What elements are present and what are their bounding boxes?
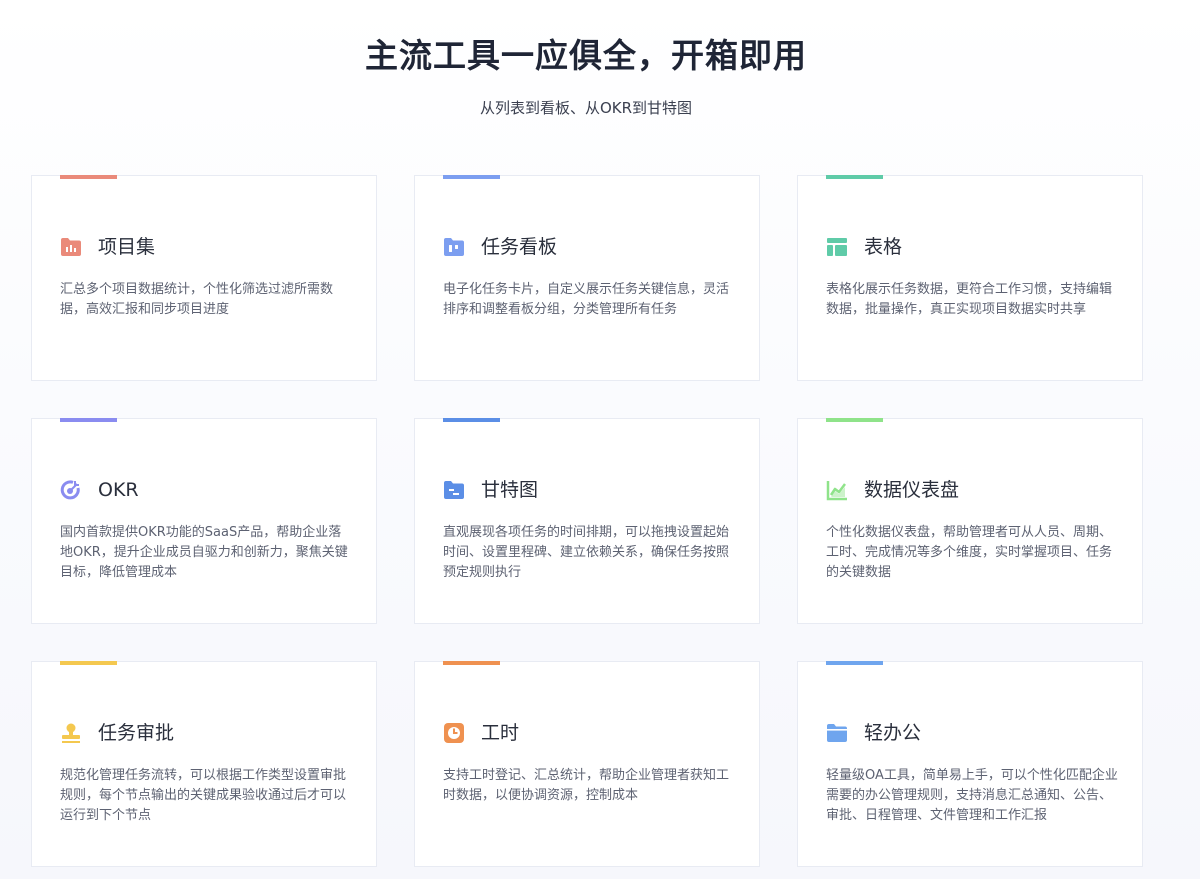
- card-header: 项目集: [60, 234, 155, 260]
- card-header: OKR: [60, 477, 139, 503]
- card-accent-bar: [826, 175, 883, 179]
- kanban-board-icon: [443, 236, 465, 258]
- card-title: 任务审批: [98, 722, 175, 744]
- card-header: 表格: [826, 234, 902, 260]
- card-title: 表格: [864, 236, 903, 258]
- project-folder-icon: [60, 236, 82, 258]
- card-title: 工时: [481, 722, 520, 744]
- card-description: 汇总多个项目数据统计，个性化筛选过滤所需数据，高效汇报和同步项目进度: [60, 282, 334, 317]
- card-title: 项目集: [98, 236, 156, 258]
- feature-card-approval[interactable]: 任务审批 规范化管理任务流转，可以根据工作类型设置审批规则，每个节点输出的关键成…: [31, 661, 377, 867]
- card-description: 个性化数据仪表盘，帮助管理者可从人员、周期、工时、完成情况等多个维度，实时掌握项…: [826, 525, 1113, 580]
- card-header: 数据仪表盘: [826, 477, 959, 503]
- target-icon: [60, 479, 82, 501]
- card-accent-bar: [826, 661, 883, 665]
- card-header: 任务审批: [60, 720, 174, 746]
- approval-stamp-icon: [60, 722, 82, 744]
- card-header: 轻办公: [826, 720, 921, 746]
- card-header: 任务看板: [443, 234, 557, 260]
- card-accent-bar: [443, 661, 500, 665]
- card-description: 支持工时登记、汇总统计，帮助企业管理者获知工时数据，以便协调资源，控制成本: [443, 768, 730, 803]
- feature-card-gantt[interactable]: 甘特图 直观展现各项任务的时间排期，可以拖拽设置起始时间、设置里程碑、建立依赖关…: [414, 418, 760, 624]
- office-folder-icon: [826, 722, 848, 744]
- card-description: 轻量级OA工具，简单易上手，可以个性化匹配企业需要的办公管理规则，支持消息汇总通…: [826, 768, 1118, 823]
- card-description: 规范化管理任务流转，可以根据工作类型设置审批规则，每个节点输出的关键成果验收通过…: [60, 768, 347, 823]
- card-title: 数据仪表盘: [864, 479, 960, 501]
- page-title: 主流工具一应俱全，开箱即用: [365, 36, 807, 75]
- feature-card-table[interactable]: 表格 表格化展示任务数据，更符合工作习惯，支持编辑数据，批量操作，真正实现项目数…: [797, 175, 1143, 381]
- gantt-folder-icon: [443, 479, 465, 501]
- feature-card-project-set[interactable]: 项目集 汇总多个项目数据统计，个性化筛选过滤所需数据，高效汇报和同步项目进度: [31, 175, 377, 381]
- card-accent-bar: [443, 418, 500, 422]
- card-description: 国内首款提供OKR功能的SaaS产品，帮助企业落地OKR，提升企业成员自驱力和创…: [60, 525, 348, 580]
- card-title: OKR: [98, 479, 139, 501]
- card-accent-bar: [443, 175, 500, 179]
- card-header: 甘特图: [443, 477, 538, 503]
- card-description: 表格化展示任务数据，更符合工作习惯，支持编辑数据，批量操作，真正实现项目数据实时…: [826, 282, 1113, 317]
- card-accent-bar: [60, 418, 117, 422]
- line-chart-icon: [826, 479, 848, 501]
- card-accent-bar: [60, 175, 117, 179]
- card-title: 甘特图: [481, 479, 539, 501]
- clock-icon: [443, 722, 465, 744]
- card-title: 轻办公: [864, 722, 922, 744]
- feature-grid: 项目集 汇总多个项目数据统计，个性化筛选过滤所需数据，高效汇报和同步项目进度 任…: [31, 175, 1143, 867]
- feature-card-kanban[interactable]: 任务看板 电子化任务卡片，自定义展示任务关键信息，灵活排序和调整看板分组，分类管…: [414, 175, 760, 381]
- page-subtitle: 从列表到看板、从OKR到甘特图: [479, 99, 693, 117]
- table-icon: [826, 236, 848, 258]
- feature-card-dashboard[interactable]: 数据仪表盘 个性化数据仪表盘，帮助管理者可从人员、周期、工时、完成情况等多个维度…: [797, 418, 1143, 624]
- card-title: 任务看板: [481, 236, 558, 258]
- card-accent-bar: [60, 661, 117, 665]
- feature-card-worktime[interactable]: 工时 支持工时登记、汇总统计，帮助企业管理者获知工时数据，以便协调资源，控制成本: [414, 661, 760, 867]
- feature-card-office[interactable]: 轻办公 轻量级OA工具，简单易上手，可以个性化匹配企业需要的办公管理规则，支持消…: [797, 661, 1143, 867]
- card-description: 电子化任务卡片，自定义展示任务关键信息，灵活排序和调整看板分组，分类管理所有任务: [443, 282, 730, 317]
- card-header: 工时: [443, 720, 519, 746]
- card-accent-bar: [826, 418, 883, 422]
- feature-card-okr[interactable]: OKR 国内首款提供OKR功能的SaaS产品，帮助企业落地OKR，提升企业成员自…: [31, 418, 377, 624]
- card-description: 直观展现各项任务的时间排期，可以拖拽设置起始时间、设置里程碑、建立依赖关系，确保…: [443, 525, 730, 580]
